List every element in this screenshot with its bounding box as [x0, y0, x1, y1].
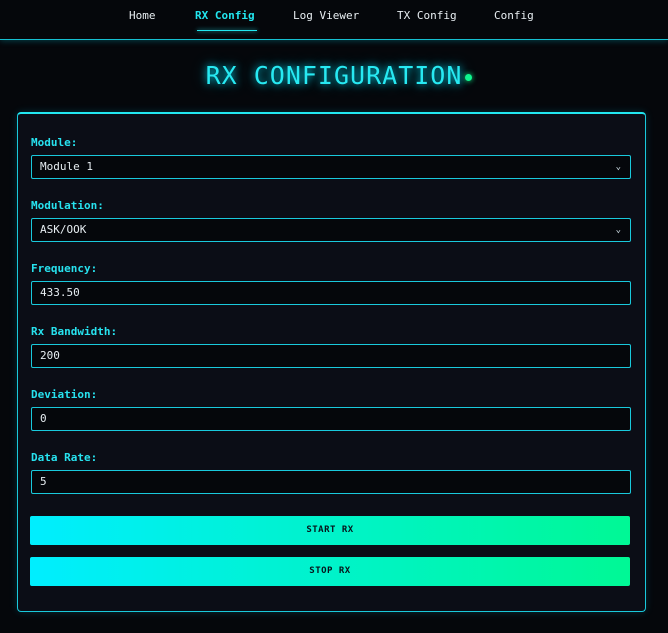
rx-bandwidth-value: 200	[40, 349, 60, 362]
data-rate-label: Data Rate:	[31, 451, 98, 464]
modulation-select[interactable]: ASK/OOK ⌄	[31, 218, 631, 242]
page-title: RX CONFIGURATION	[205, 61, 463, 90]
data-rate-value: 5	[40, 475, 47, 488]
modulation-select-value: ASK/OOK	[40, 223, 87, 236]
deviation-label: Deviation:	[31, 388, 98, 401]
top-navigation: Home RX Config Log Viewer TX Config Conf…	[0, 0, 668, 40]
nav-rx-config[interactable]: RX Config	[195, 10, 257, 32]
deviation-input[interactable]: 0	[31, 407, 631, 431]
module-label: Module:	[31, 136, 78, 149]
chevron-down-icon: ⌄	[615, 225, 621, 235]
nav-home[interactable]: Home	[129, 10, 156, 32]
data-rate-input[interactable]: 5	[31, 470, 631, 494]
modulation-label: Modulation:	[31, 199, 104, 212]
stop-rx-button[interactable]: STOP RX	[30, 557, 630, 586]
nav-config[interactable]: Config	[494, 10, 534, 32]
deviation-value: 0	[40, 412, 47, 425]
rx-config-panel: Module: Module 1 ⌄ Modulation: ASK/OOK ⌄…	[17, 112, 646, 612]
frequency-input[interactable]: 433.50	[31, 281, 631, 305]
frequency-label: Frequency:	[31, 262, 98, 275]
start-rx-button[interactable]: START RX	[30, 516, 630, 545]
module-select-value: Module 1	[40, 160, 93, 173]
chevron-down-icon: ⌄	[615, 162, 621, 172]
nav-tx-config[interactable]: TX Config	[397, 10, 457, 32]
status-dot-icon	[465, 74, 472, 81]
nav-log-viewer[interactable]: Log Viewer	[293, 10, 359, 32]
rx-bandwidth-label: Rx Bandwidth:	[31, 325, 118, 338]
module-select[interactable]: Module 1 ⌄	[31, 155, 631, 179]
frequency-value: 433.50	[40, 286, 80, 299]
rx-bandwidth-input[interactable]: 200	[31, 344, 631, 368]
